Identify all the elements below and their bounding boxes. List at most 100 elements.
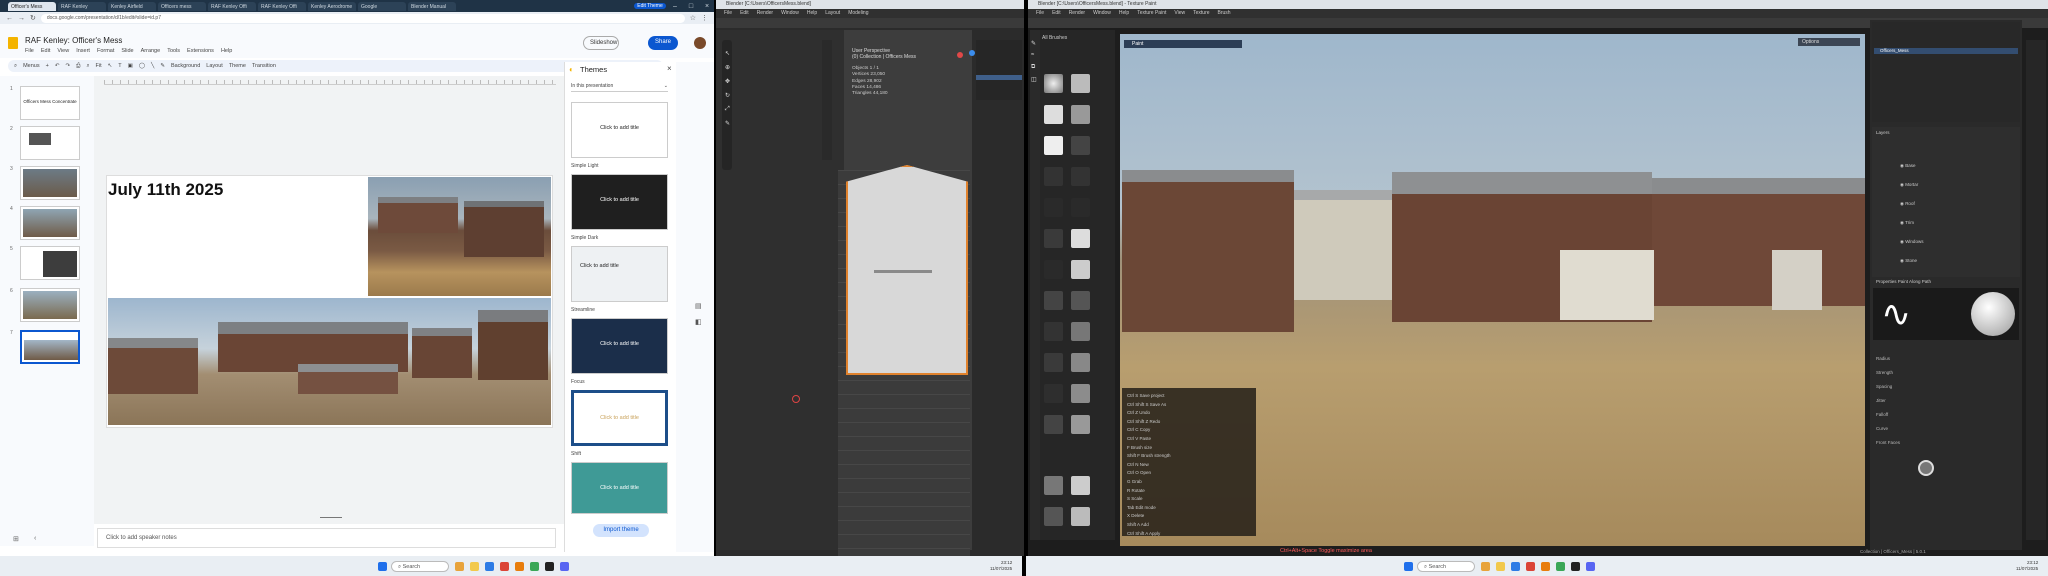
keep-icon[interactable]: ◧ bbox=[695, 318, 702, 326]
browser-tab[interactable]: Officers mess bbox=[158, 1, 206, 11]
search-menus-label[interactable]: Menus bbox=[23, 63, 40, 69]
blender-icon[interactable] bbox=[515, 561, 524, 571]
file-explorer-icon[interactable] bbox=[1496, 561, 1505, 571]
menu-slide[interactable]: Slide bbox=[121, 48, 133, 54]
clone-tool-icon[interactable]: ⧉ bbox=[1031, 64, 1035, 71]
collapse-panel-icon[interactable]: ‹ bbox=[34, 535, 36, 542]
undo-icon[interactable]: ↶ bbox=[55, 63, 60, 69]
shape-icon[interactable]: ◯ bbox=[139, 63, 145, 69]
menu-format[interactable]: Format bbox=[97, 48, 114, 54]
redo-icon[interactable]: ↷ bbox=[65, 63, 70, 69]
menu-view[interactable]: View bbox=[1174, 10, 1185, 17]
zoom-select[interactable]: Fit bbox=[96, 63, 102, 69]
slide-thumbnail[interactable]: Officers Mess Concentrate bbox=[20, 86, 80, 120]
setting-radius[interactable]: Radius bbox=[1876, 352, 2016, 366]
browser-tab[interactable]: Blender Manual bbox=[408, 1, 456, 11]
setting-falloff[interactable]: Falloff bbox=[1876, 408, 2016, 422]
outliner-item[interactable]: Officers_Mess bbox=[1874, 48, 2018, 54]
menu-file[interactable]: File bbox=[25, 48, 34, 54]
rotate-tool-icon[interactable]: ↻ bbox=[725, 92, 730, 99]
select-icon[interactable]: ↖ bbox=[108, 63, 113, 69]
brush-swatch[interactable] bbox=[1044, 353, 1063, 372]
brush-tool-icon[interactable]: ✎ bbox=[1031, 40, 1036, 47]
annotate-tool-icon[interactable]: ✎ bbox=[725, 120, 730, 127]
minimize-icon[interactable]: – bbox=[668, 3, 682, 10]
brush-swatch[interactable] bbox=[1044, 476, 1063, 495]
slide-thumbnail[interactable] bbox=[20, 206, 80, 240]
search-menus-icon[interactable]: ⌕ bbox=[14, 63, 17, 70]
slideshow-button[interactable]: Slideshow bbox=[583, 36, 619, 50]
setting-curve[interactable]: Curve bbox=[1876, 422, 2016, 436]
edge-icon[interactable] bbox=[485, 561, 494, 571]
clock-left[interactable]: 23:12 11/07/2025 bbox=[990, 560, 1012, 572]
reload-icon[interactable]: ↻ bbox=[30, 14, 36, 22]
slide-thumbnail[interactable] bbox=[20, 246, 80, 280]
add-slide-icon[interactable]: + bbox=[46, 63, 49, 69]
layer-item[interactable]: ◉ Base bbox=[1876, 156, 2016, 175]
forward-icon[interactable]: → bbox=[18, 15, 25, 22]
menu-extensions[interactable]: Extensions bbox=[187, 48, 214, 54]
brush-swatch[interactable] bbox=[1071, 322, 1090, 341]
menu-render[interactable]: Render bbox=[1069, 10, 1085, 17]
cursor-tool-icon[interactable]: ⊕ bbox=[725, 64, 730, 71]
brush-swatch[interactable] bbox=[1071, 198, 1090, 217]
brush-swatch[interactable] bbox=[1044, 229, 1063, 248]
layer-item[interactable]: ◉ Stone bbox=[1876, 251, 2016, 270]
setting-front-faces[interactable]: Front Faces bbox=[1876, 436, 2016, 450]
menu-icon[interactable]: ⋮ bbox=[701, 14, 708, 22]
chrome-icon[interactable] bbox=[500, 561, 509, 571]
brush-swatch[interactable] bbox=[1071, 415, 1090, 434]
brush-swatch[interactable] bbox=[1071, 105, 1090, 124]
image-icon[interactable]: ▣ bbox=[128, 63, 133, 69]
brush-swatch[interactable] bbox=[1071, 229, 1090, 248]
brush-swatch[interactable] bbox=[1071, 353, 1090, 372]
avatar[interactable] bbox=[694, 37, 706, 49]
slide-thumbnail-selected[interactable] bbox=[20, 330, 80, 364]
brush-swatch[interactable] bbox=[1044, 105, 1063, 124]
move-tool-icon[interactable]: ✥ bbox=[725, 78, 730, 85]
brush-swatch[interactable] bbox=[1044, 74, 1063, 93]
brush-swatch[interactable] bbox=[1071, 384, 1090, 403]
star-icon[interactable]: ☆ bbox=[690, 14, 696, 22]
setting-strength[interactable]: Strength bbox=[1876, 366, 2016, 380]
browser-tab[interactable]: Officer's Mess bbox=[8, 1, 56, 11]
app-icon[interactable] bbox=[1556, 561, 1565, 571]
theme-card-shift[interactable]: Click to add title bbox=[571, 390, 668, 446]
menu-tools[interactable]: Tools bbox=[167, 48, 180, 54]
menu-insert[interactable]: Insert bbox=[76, 48, 90, 54]
textbox-icon[interactable]: T bbox=[118, 63, 121, 69]
brush-swatch[interactable] bbox=[1071, 167, 1090, 186]
app-icon[interactable] bbox=[530, 561, 539, 571]
menu-arrange[interactable]: Arrange bbox=[141, 48, 161, 54]
close-icon[interactable]: × bbox=[700, 3, 714, 10]
browser-tab[interactable]: Kenley Aerodrome bbox=[308, 1, 356, 11]
layer-item[interactable]: ◉ Mortar bbox=[1876, 175, 2016, 194]
brush-swatch[interactable] bbox=[1044, 167, 1063, 186]
slide-thumbnail[interactable] bbox=[20, 288, 80, 322]
fill-tool-icon[interactable]: ◫ bbox=[1031, 76, 1037, 83]
blender-icon[interactable] bbox=[1541, 561, 1550, 571]
slide-title[interactable]: July 11th 2025 bbox=[108, 180, 223, 200]
menu-help[interactable]: Help bbox=[1119, 10, 1129, 17]
terminal-icon[interactable] bbox=[1571, 561, 1580, 571]
resize-handle[interactable] bbox=[320, 517, 342, 518]
brush-swatch[interactable] bbox=[1044, 415, 1063, 434]
layer-item[interactable]: ◉ Roof bbox=[1876, 194, 2016, 213]
menu-file[interactable]: File bbox=[1036, 10, 1044, 17]
windows-start-icon[interactable] bbox=[1404, 561, 1413, 571]
browser-tab[interactable]: Google bbox=[358, 1, 406, 11]
chrome-icon[interactable] bbox=[1526, 561, 1535, 571]
line-icon[interactable]: ╲ bbox=[151, 63, 154, 69]
file-explorer-icon[interactable] bbox=[470, 561, 479, 571]
workspace-tab[interactable]: Layout bbox=[825, 10, 840, 17]
print-icon[interactable]: ⎙ bbox=[76, 63, 80, 70]
url-field[interactable]: docs.google.com/presentation/d/1b/edit#s… bbox=[40, 13, 685, 23]
browser-tab[interactable]: RAF Kenley bbox=[58, 1, 106, 11]
brush-swatch[interactable] bbox=[1044, 507, 1063, 526]
theme-button[interactable]: Theme bbox=[229, 63, 246, 69]
select-tool-icon[interactable]: ↖ bbox=[725, 50, 730, 57]
close-themes-icon[interactable]: × bbox=[667, 64, 672, 73]
brush-swatch[interactable] bbox=[1071, 136, 1090, 155]
share-button[interactable]: Share bbox=[648, 36, 678, 50]
windows-start-icon[interactable] bbox=[378, 561, 387, 571]
